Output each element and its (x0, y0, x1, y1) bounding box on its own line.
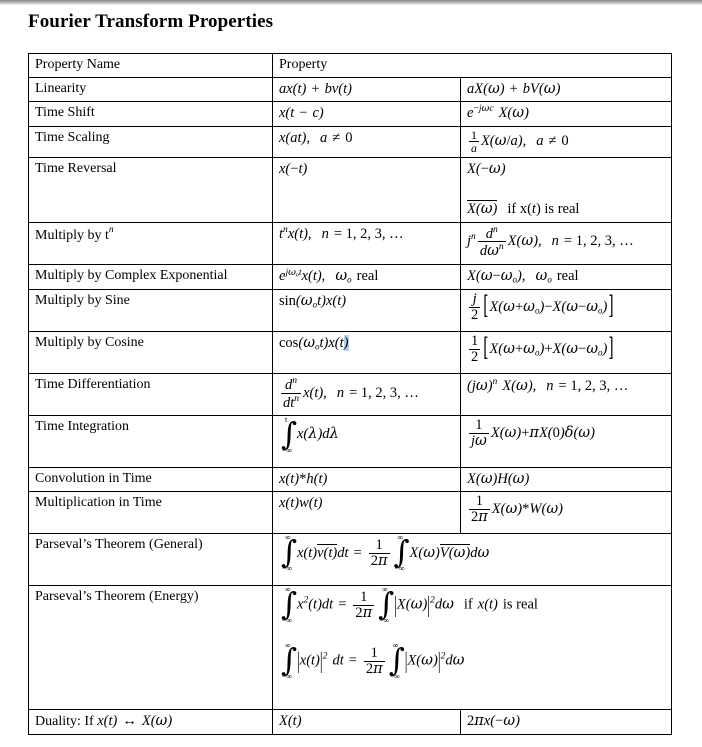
property-name-parseval-general: Parseval’s Theorem (General) (28, 533, 273, 587)
property-time-time-scaling: x(at), a ≠ 0 (272, 125, 461, 159)
property-name-multiplication-in-time: Multiplication in Time (28, 491, 273, 535)
property-time-multiplication-in-time: x(t)w(t) (272, 491, 461, 535)
table-row: Time Shift x(t − c) e−jωc X(ω) (28, 100, 672, 127)
table-row: Duality: If x(t) ↔ X(ω) X(t) 2πx(−ω) (28, 709, 672, 735)
duality-label: Duality: If (35, 714, 98, 730)
property-name-time-shift: Time Shift (28, 100, 273, 127)
multiply-by-t-exponent: n (108, 224, 114, 236)
parseval-energy-expr-2: ∞ ∫ −∞ |x(t)|2 dt = 1 2π ∞ ∫ −∞ |X(ω)|2dω (281, 641, 465, 682)
property-freq-time-integration: 1 jω X(ω)+πX(0)δ(ω) (460, 415, 672, 469)
property-name-parseval-energy: Parseval’s Theorem (Energy) (28, 585, 273, 711)
property-freq-multiply-by-cosine: 1 2 [X(ω+ωo)+X(ω−ωo)] (460, 331, 672, 375)
table-row: Linearity ax(t) + bv(t) aX(ω) + bV(ω) (28, 76, 672, 102)
document-page: Fourier Transform Properties Property Na… (0, 5, 702, 747)
property-freq-multiply-by-t-n: jn dn dωn X(ω), n = 1, 2, 3, … (460, 221, 672, 265)
table-row: Parseval’s Theorem (General) ∞ ∫ −∞ x(t)v(t… (28, 533, 672, 587)
table-row: Time Differentiation dn dtn x(t), n = 1, 2, … (28, 373, 672, 417)
property-time-multiply-by-cosine: cos(ωot)x(t) (272, 331, 461, 375)
property-freq-duality: 2πx(−ω) (460, 709, 672, 735)
table-row: Multiplication in Time x(t)w(t) 1 2π X(ω)*… (28, 491, 672, 535)
property-name-multiply-by-sine: Multiply by Sine (28, 289, 273, 333)
property-name-time-scaling: Time Scaling (28, 125, 273, 159)
column-header-property: Property (272, 53, 672, 78)
property-time-duality: X(t) (272, 709, 461, 735)
property-name-convolution-in-time: Convolution in Time (28, 467, 273, 493)
table-header-row: Property Name Property (28, 53, 672, 78)
fourier-transform-properties-table: Property Name Property Linearity ax(t) + b… (28, 53, 672, 735)
property-name-multiply-by-complex-exponential: Multiply by Complex Exponential (28, 263, 273, 291)
multiply-by-t-label: Multiply by t (35, 227, 109, 243)
property-time-time-reversal: x(−t) (272, 157, 461, 223)
property-freq-time-shift: e−jωc X(ω) (460, 100, 672, 127)
property-time-multiply-by-t-n: tnx(t), n = 1, 2, 3, … (272, 221, 461, 265)
property-time-multiply-by-sine: sin(ωot)x(t) (272, 289, 461, 333)
property-time-multiply-by-complex-exponential: ejωotx(t), ωo real (272, 263, 461, 291)
time-reversal-expr-2: X(ω) if x(t) is real (467, 200, 580, 218)
table-row: Time Reversal x(−t) X(−ω) X(ω) if x(t) is… (28, 157, 672, 223)
table-row: Multiply by tn tnx(t), n = 1, 2, 3, … jn dn… (28, 221, 672, 265)
property-name-multiply-by-cosine: Multiply by Cosine (28, 331, 273, 375)
property-name-linearity: Linearity (28, 76, 273, 102)
property-freq-multiply-by-complex-exponential: X(ω−ωo), ωo real (460, 263, 672, 291)
property-time-convolution-in-time: x(t)*h(t) (272, 467, 461, 493)
column-header-property-name: Property Name (28, 53, 273, 78)
property-merged-parseval-energy: ∞ ∫ −∞ x2(t)dt = 1 2π ∞ ∫ −∞ |X(ω)|2dω if x(t) is rea… (272, 585, 672, 711)
property-time-linearity: ax(t) + bv(t) (272, 76, 461, 102)
property-name-time-integration: Time Integration (28, 415, 273, 469)
property-time-time-differentiation: dn dtn x(t), n = 1, 2, 3, … (272, 373, 461, 417)
property-freq-convolution-in-time: X(ω)H(ω) (460, 467, 672, 493)
table-row: Time Integration t ∫ −∞ x(λ)dλ 1 jω X(ω)+πX(0… (28, 415, 672, 469)
property-freq-multiply-by-sine: j 2 [X(ω+ωo)−X(ω−ωo)] (460, 289, 672, 333)
property-name-time-reversal: Time Reversal (28, 157, 273, 223)
property-time-time-shift: x(t − c) (272, 100, 461, 127)
property-freq-time-scaling: 1 a X(ω/a), a ≠ 0 (460, 125, 672, 159)
property-freq-time-reversal: X(−ω) X(ω) if x(t) is real (460, 157, 672, 223)
table-row: Time Scaling x(at), a ≠ 0 1 a X(ω/a), a ≠ 0 (28, 125, 672, 159)
table-row: Multiply by Cosine cos(ωot)x(t) 1 2 [X(ω+ω… (28, 331, 672, 375)
page-title: Fourier Transform Properties (28, 11, 274, 32)
property-freq-linearity: aX(ω) + bV(ω) (460, 76, 672, 102)
property-freq-time-differentiation: (jω)n X(ω), n = 1, 2, 3, … (460, 373, 672, 417)
parseval-energy-expr-1: ∞ ∫ −∞ x2(t)dt = 1 2π ∞ ∫ −∞ |X(ω)|2dω if x(t) is rea… (281, 585, 538, 626)
table-row: Multiply by Sine sin(ωot)x(t) j 2 [X(ω+ωo)… (28, 289, 672, 333)
property-freq-multiplication-in-time: 1 2π X(ω)*W(ω) (460, 491, 672, 535)
property-name-multiply-by-t-n: Multiply by tn (28, 221, 273, 265)
table-row: Convolution in Time x(t)*h(t) X(ω)H(ω) (28, 467, 672, 493)
property-name-time-differentiation: Time Differentiation (28, 373, 273, 417)
property-merged-parseval-general: ∞ ∫ −∞ x(t)v(t)dt = 1 2π ∞ ∫ −∞ X(ω)V(ω)dω (272, 533, 672, 587)
property-time-time-integration: t ∫ −∞ x(λ)dλ (272, 415, 461, 469)
time-reversal-expr-1: X(−ω) (467, 161, 506, 178)
table-row: Parseval’s Theorem (Energy) ∞ ∫ −∞ x2(t)dt =… (28, 585, 672, 711)
table-row: Multiply by Complex Exponential ejωotx(t… (28, 263, 672, 291)
property-name-duality: Duality: If x(t) ↔ X(ω) (28, 709, 273, 735)
